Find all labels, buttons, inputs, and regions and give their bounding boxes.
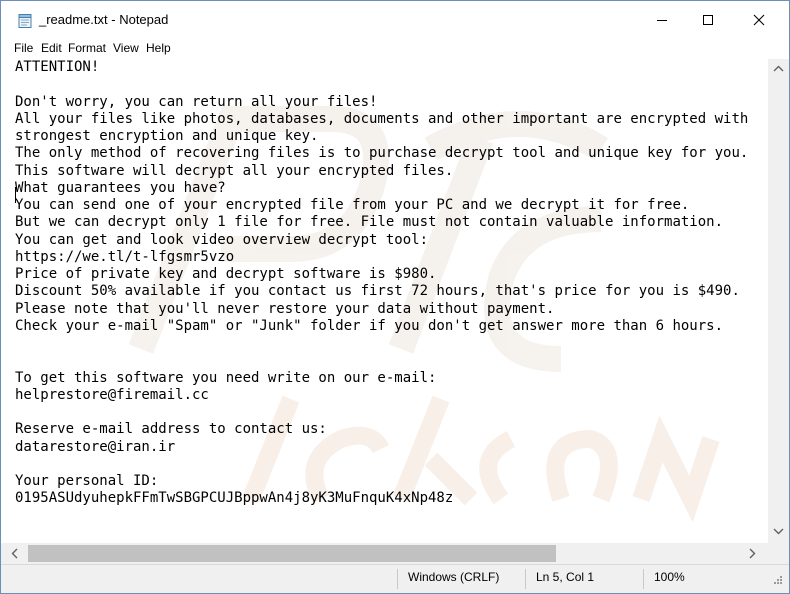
document-text[interactable]: ATTENTION! Don't worry, you can return a…: [15, 59, 748, 508]
status-zoom: 100%: [654, 570, 685, 584]
status-cursor-position: Ln 5, Col 1: [536, 570, 595, 584]
close-icon: [753, 14, 765, 26]
close-button[interactable]: [731, 1, 789, 39]
status-divider: [397, 569, 398, 589]
menu-view[interactable]: View: [113, 41, 139, 55]
vertical-scrollbar[interactable]: [768, 59, 789, 543]
minimize-button[interactable]: [639, 1, 685, 39]
status-encoding: Windows (CRLF): [408, 570, 500, 584]
status-divider: [525, 569, 526, 589]
maximize-button[interactable]: [685, 1, 731, 39]
scroll-left-icon[interactable]: [11, 548, 19, 559]
menu-help[interactable]: Help: [146, 41, 171, 55]
scroll-down-icon[interactable]: [773, 527, 784, 535]
text-caret: [15, 187, 16, 203]
title-bar[interactable]: _readme.txt - Notepad: [1, 1, 789, 39]
window-title: _readme.txt - Notepad: [39, 12, 169, 27]
text-editor[interactable]: ATTENTION! Don't worry, you can return a…: [1, 59, 768, 543]
horizontal-scroll-thumb[interactable]: [28, 545, 556, 562]
scrollbar-corner: [768, 543, 789, 564]
menu-edit[interactable]: Edit: [41, 41, 62, 55]
minimize-icon: [657, 20, 667, 21]
menu-file[interactable]: File: [14, 41, 33, 55]
maximize-icon: [703, 15, 713, 25]
menu-bar: File Edit Format View Help: [1, 39, 789, 59]
scroll-up-icon[interactable]: [773, 65, 784, 73]
menu-format[interactable]: Format: [68, 41, 106, 55]
notepad-window: _readme.txt - Notepad File Edit Format V…: [0, 0, 790, 594]
horizontal-scrollbar[interactable]: [1, 543, 768, 564]
resize-grip-icon[interactable]: [771, 575, 783, 587]
status-divider: [643, 569, 644, 589]
scroll-right-icon[interactable]: [748, 548, 756, 559]
notepad-icon: [17, 13, 33, 29]
status-bar: Windows (CRLF) Ln 5, Col 1 100%: [1, 564, 789, 593]
